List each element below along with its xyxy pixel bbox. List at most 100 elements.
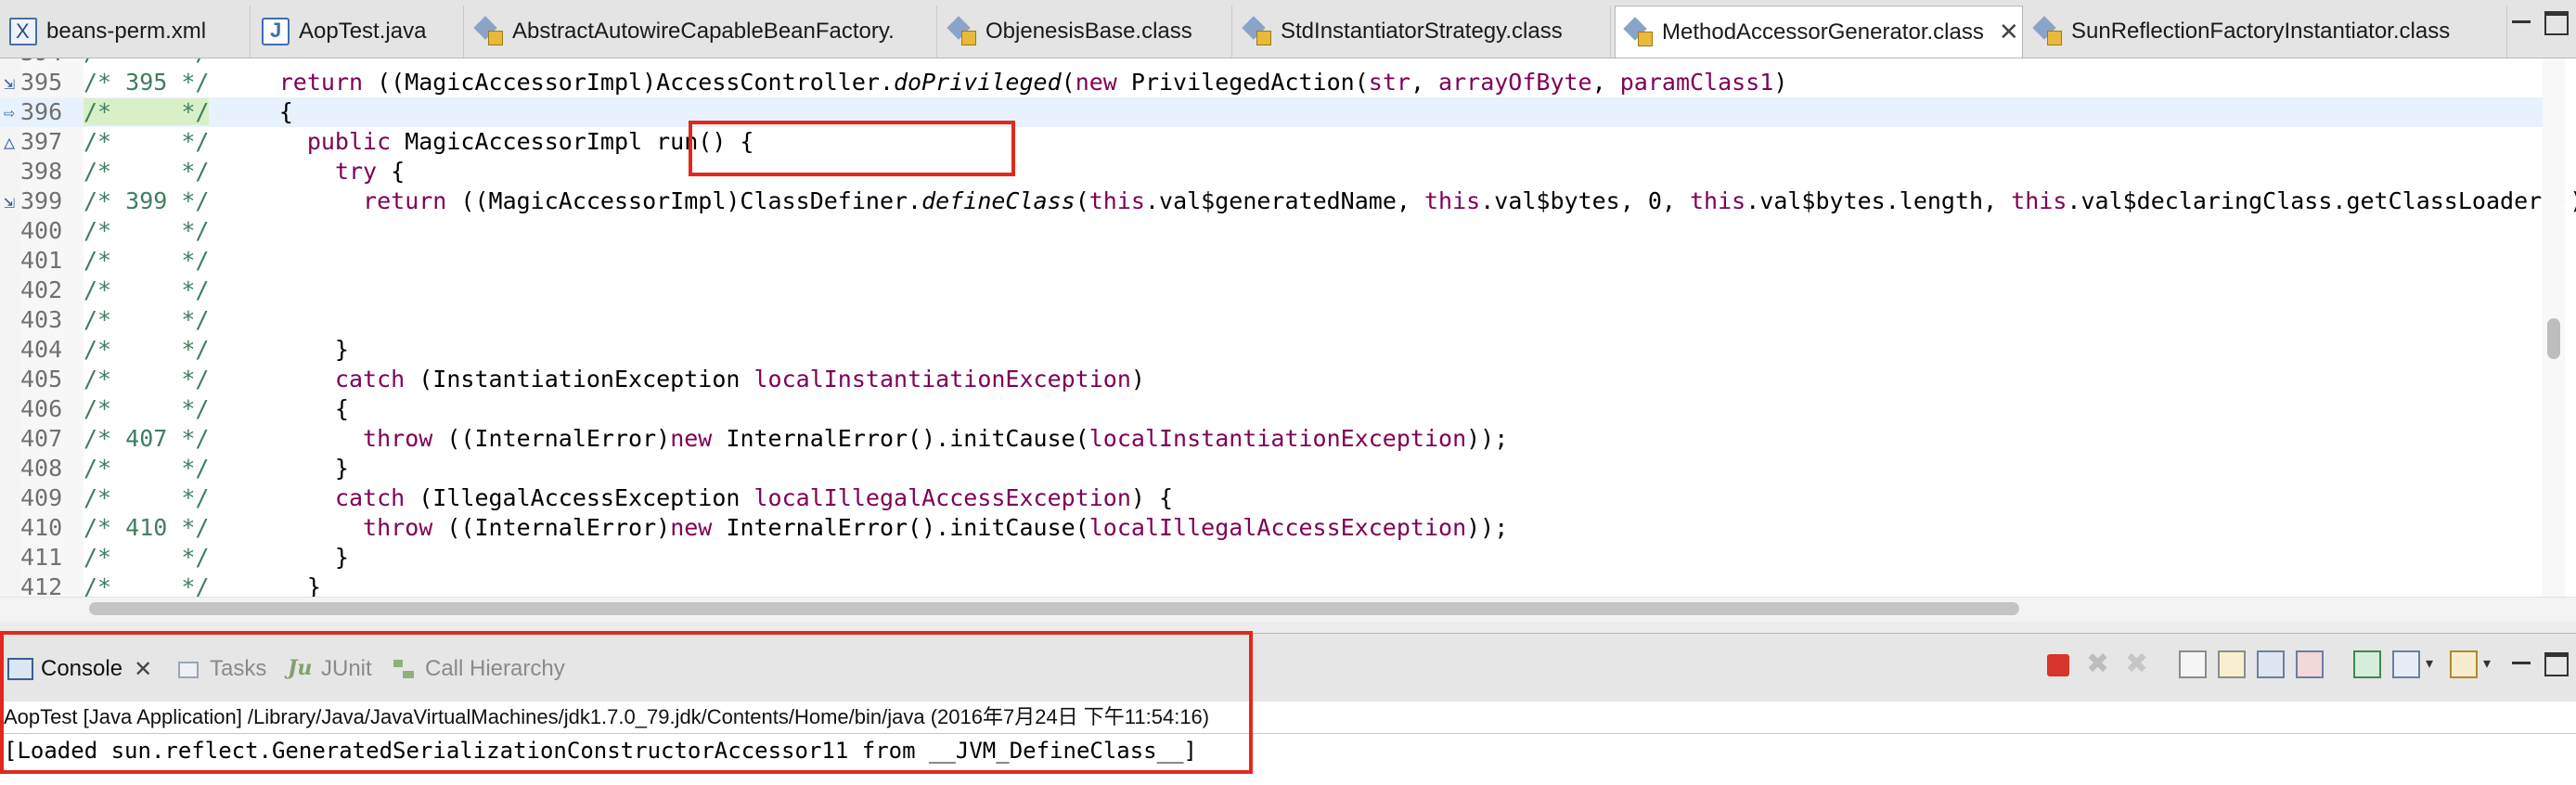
tab-call-hierarchy[interactable]: Call Hierarchy [392, 649, 565, 689]
keyword-token: catch [334, 484, 406, 511]
tasks-icon [176, 658, 202, 680]
scroll-lock-icon[interactable] [2218, 650, 2246, 678]
comment-token: /* 395 */ [84, 69, 210, 96]
tab-aoptest-java[interactable]: AopTest.java [252, 6, 464, 58]
code-token: localIllegalAccessException [753, 484, 1131, 511]
code-line[interactable]: 410 /* 410 */ throw ((InternalError)new I… [0, 513, 2543, 543]
java-file-icon [262, 18, 290, 45]
maximize-icon[interactable] [2544, 11, 2569, 35]
remove-launch-icon[interactable]: ✖ [2086, 650, 2114, 678]
code-token: MagicAccessorImpl run() { [391, 128, 754, 155]
display-selected-console-icon[interactable] [2392, 650, 2420, 678]
keyword-token: this [1690, 187, 1746, 214]
console-panel[interactable]: AopTest [Java Application] /Library/Java… [0, 701, 2576, 785]
code-line[interactable]: ⇲ 395 /* 395 */ return ((MagicAccessorImpl… [0, 68, 2543, 97]
code-line[interactable]: 408 /* */ } [0, 454, 2543, 483]
code-text: /* */ [84, 216, 209, 246]
code-token: .val$bytes.length, [1745, 187, 2012, 214]
remove-all-launches-icon[interactable]: ✖ [2125, 650, 2153, 678]
code-line[interactable]: 411 /* */ } [0, 543, 2543, 573]
code-line[interactable]: 403 /* */ [0, 305, 2543, 335]
code-line[interactable]: △ 397 /* */ public MagicAccessorImpl run()… [0, 127, 2543, 157]
code-token: } [209, 455, 349, 482]
annotation-marker-icon[interactable]: ⇲ [4, 68, 19, 97]
comment-token: /* */ [84, 366, 210, 392]
tab-label: Tasks [210, 656, 267, 681]
tab-console[interactable]: Console ✕ [7, 649, 152, 689]
code-line[interactable]: 394/* */ [0, 58, 2543, 68]
tab-stdinstantiatorstrategy-class[interactable]: StdInstantiatorStrategy.class [1234, 6, 1611, 58]
code-token: ) [1773, 69, 1788, 96]
code-token: .val$bytes, 0, [1480, 187, 1690, 214]
tab-abstractautowirecapablebeanfactory[interactable]: AbstractAutowireCapableBeanFactory. [466, 6, 937, 58]
tab-objenesisbase-class[interactable]: ObjenesisBase.class [939, 6, 1232, 58]
tab-label: ObjenesisBase.class [985, 19, 1192, 44]
code-token: , [1410, 69, 1439, 96]
class-file-icon [475, 18, 503, 45]
close-icon[interactable]: ✕ [1999, 18, 2019, 46]
code-token: defineClass [921, 187, 1075, 214]
tab-methodaccessorgenerator-class[interactable]: MethodAccessorGenerator.class ✕ [1615, 6, 2023, 58]
tab-junit[interactable]: JUnit [288, 649, 372, 689]
code-text: /* */ } [84, 543, 349, 573]
code-line[interactable]: 405 /* */ catch (InstantiationException l… [0, 365, 2543, 394]
open-console-icon[interactable] [2450, 650, 2478, 678]
tab-label: SunReflectionFactoryInstantiator.class [2071, 19, 2451, 44]
tab-beans-perm-xml[interactable]: beans-perm.xml [0, 6, 251, 58]
pin-console-icon[interactable] [2353, 650, 2381, 678]
show-console-on-stderr-icon[interactable] [2296, 650, 2324, 678]
terminate-icon[interactable] [2047, 654, 2069, 676]
keyword-token: public [306, 128, 392, 155]
close-icon[interactable]: ✕ [134, 656, 152, 683]
line-number: 394 [20, 58, 82, 68]
code-text: /* */ catch (IllegalAccessException loca… [84, 483, 1173, 513]
divider [0, 733, 2576, 734]
code-line[interactable]: 404 /* */ } [0, 335, 2543, 365]
tab-sunreflectionfactoryinstantiator-class[interactable]: SunReflectionFactoryInstantiator.class [2025, 6, 2507, 58]
tab-tasks[interactable]: Tasks [176, 649, 266, 689]
line-number: 395 [20, 69, 63, 96]
line-number: 396 [20, 98, 63, 125]
comment-token: /* */ [84, 306, 210, 333]
chevron-down-icon[interactable]: ▾ [2483, 650, 2496, 678]
minimize-icon[interactable] [2509, 652, 2533, 676]
code-token: arrayOfByte [1438, 69, 1592, 96]
code-line[interactable]: ⇲ 399 /* 399 */ return ((MagicAccessorImpl… [0, 187, 2576, 216]
code-token: .val$generatedName, [1144, 187, 1424, 214]
keyword-token: new [1075, 69, 1117, 96]
code-line[interactable]: 407 /* 407 */ throw ((InternalError)new I… [0, 424, 2543, 454]
minimize-icon[interactable] [2509, 11, 2533, 35]
code-line[interactable]: 409 /* */ catch (IllegalAccessException l… [0, 483, 2543, 513]
call-hierarchy-icon [392, 658, 418, 680]
code-text: /* */ } [84, 454, 349, 483]
code-line[interactable]: 406 /* */ { [0, 394, 2543, 424]
code-text: /* */ } [84, 335, 349, 365]
code-text: /* */ [84, 58, 209, 68]
annotation-marker-icon[interactable]: △ [4, 127, 19, 157]
line-number: 400 [20, 217, 63, 244]
clear-console-icon[interactable] [2179, 650, 2207, 678]
chevron-down-icon[interactable]: ▾ [2426, 650, 2439, 678]
code-token: , [1591, 69, 1620, 96]
annotation-marker-icon[interactable]: ⇨ [4, 97, 19, 127]
tab-label: AbstractAutowireCapableBeanFactory. [512, 19, 895, 44]
code-line[interactable]: ⇨ 396 /* */ { [0, 97, 2543, 127]
code-editor[interactable]: 394/* */⇲395/* 395 */ return ((MagicAcce… [0, 58, 2576, 622]
code-line[interactable]: 402 /* */ [0, 276, 2543, 305]
maximize-icon[interactable] [2544, 652, 2569, 676]
code-line[interactable]: 400 /* */ [0, 216, 2543, 246]
annotation-marker-icon[interactable]: ⇲ [4, 187, 19, 216]
vertical-scrollbar-thumb[interactable] [2547, 318, 2560, 359]
code-token: } [209, 336, 349, 363]
keyword-token: return [363, 187, 447, 214]
console-output[interactable]: [Loaded sun.reflect.GeneratedSerializati… [4, 735, 1197, 766]
class-file-icon [1243, 18, 1271, 45]
show-console-on-stdout-icon[interactable] [2257, 650, 2285, 678]
code-line[interactable]: 401 /* */ [0, 246, 2543, 276]
code-line[interactable]: 398 /* */ try { [0, 157, 2543, 187]
horizontal-scrollbar-thumb[interactable] [89, 602, 2019, 615]
